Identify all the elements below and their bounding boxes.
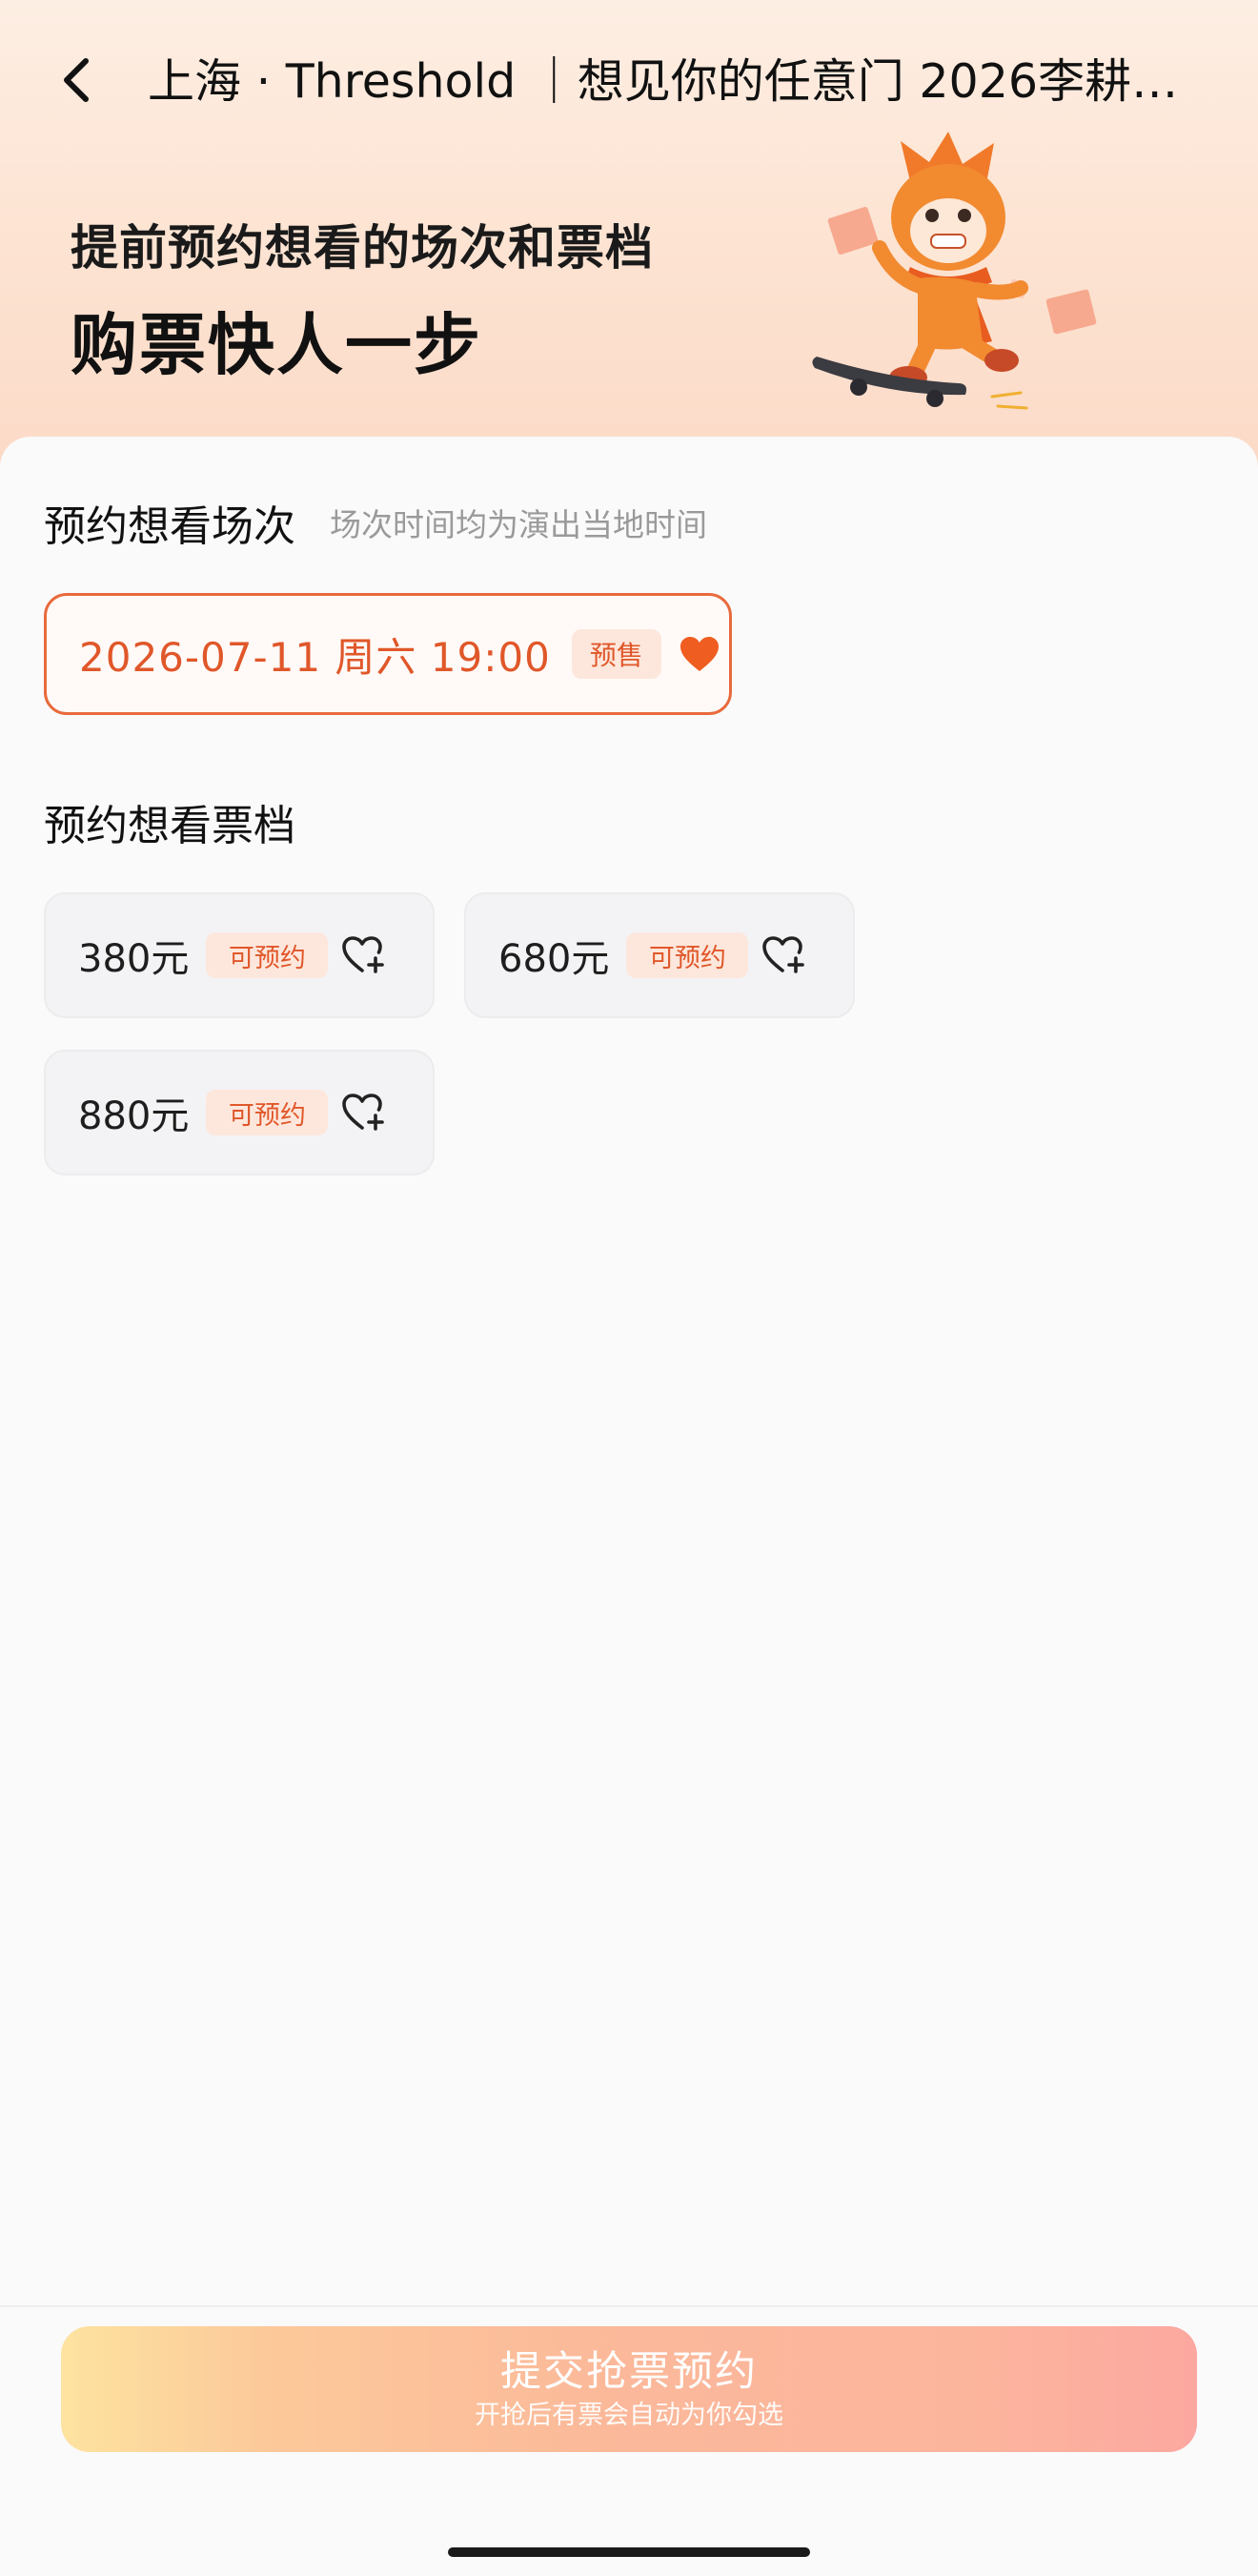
nav-bar: 上海 · Threshold ｜想见你的任意门 2026李耕… (0, 38, 1258, 124)
heart-plus-icon (342, 1094, 385, 1131)
tier-price-label: 680元 (498, 937, 610, 981)
tier-section-heading: 预约想看票档 (44, 802, 295, 850)
tier-option-680[interactable]: 680元 可预约 (464, 892, 855, 1018)
home-indicator[interactable] (448, 2547, 810, 2557)
tier-price-label: 880元 (78, 1094, 190, 1138)
tier-price-label: 380元 (78, 937, 190, 981)
available-badge: 可预约 (206, 932, 329, 978)
back-button[interactable] (48, 51, 105, 109)
session-section-note: 场次时间均为演出当地时间 (330, 506, 707, 543)
submit-button-sublabel: 开抢后有票会自动为你勾选 (475, 2401, 783, 2430)
heart-plus-icon (762, 936, 805, 973)
heart-plus-icon (342, 936, 385, 973)
tier-option-880[interactable]: 880元 可预约 (44, 1050, 435, 1176)
session-section-heading: 预约想看场次 (44, 502, 295, 551)
presale-badge: 预售 (571, 629, 661, 679)
available-badge: 可预约 (206, 1090, 329, 1135)
submit-reservation-button[interactable]: 提交抢票预约 开抢后有票会自动为你勾选 (61, 2326, 1197, 2452)
tier-option-380[interactable]: 380元 可预约 (44, 892, 435, 1018)
submit-button-label: 提交抢票预约 (500, 2348, 758, 2396)
mascot-illustration (812, 132, 1097, 410)
session-option-selected[interactable]: 2026-07-11 周六 19:00 预售 (44, 593, 732, 715)
session-date-label: 2026-07-11 周六 19:00 (79, 633, 551, 681)
promo-title: 购票快人一步 (71, 306, 482, 384)
chevron-left-icon (64, 58, 89, 102)
content-card (0, 437, 1258, 2305)
available-badge: 可预约 (626, 932, 749, 978)
page-title: 上海 · Threshold ｜想见你的任意门 2026李耕… (148, 54, 1177, 109)
promo-subtitle: 提前预约想看的场次和票档 (71, 220, 654, 276)
heart-filled-icon (680, 637, 719, 671)
